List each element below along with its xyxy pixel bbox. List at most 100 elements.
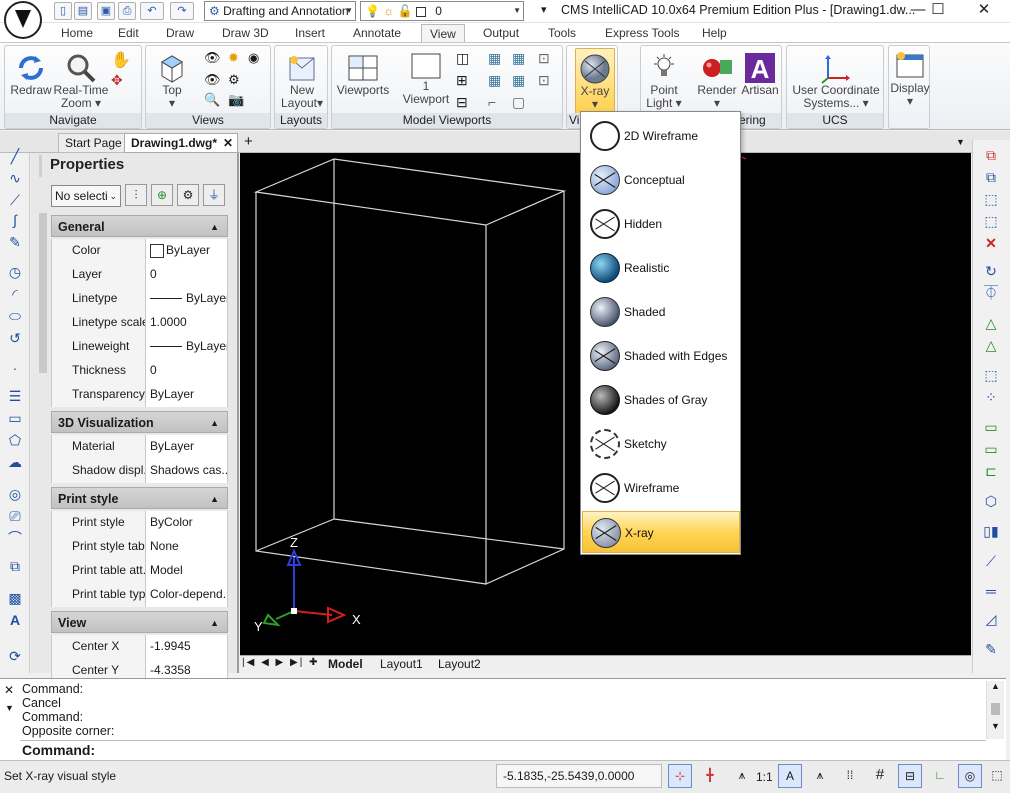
property-value[interactable]: ByLayer	[146, 239, 228, 263]
section-header[interactable]: 3D Visualization ▲	[51, 411, 228, 433]
fillet-tool-icon[interactable]: ⌒	[5, 529, 25, 547]
polygon-tool-icon[interactable]: ⬠	[5, 431, 25, 449]
tab-drawing1[interactable]: Drawing1.dwg* ✕	[124, 133, 238, 153]
section-header[interactable]: General ▲	[51, 215, 228, 237]
ortho-mode-icon[interactable]: ⊟	[898, 764, 922, 788]
property-value[interactable]: ByLayer	[146, 335, 228, 359]
align-tool-icon[interactable]: △	[981, 336, 1001, 354]
point-light-button[interactable]: Point Light ▾	[643, 52, 685, 110]
new-layout-button[interactable]: New Layout▾	[279, 52, 325, 110]
orbit-icon[interactable]: ✥	[111, 72, 123, 89]
add-tab-button[interactable]: +	[244, 133, 253, 150]
redo-icon[interactable]: ↷	[170, 2, 194, 20]
scroll-thumb[interactable]	[991, 703, 1000, 715]
property-value[interactable]: 0	[146, 263, 228, 287]
realtime-zoom-button[interactable]: Real-Time Zoom ▾	[53, 52, 109, 110]
property-value[interactable]: ByLayer	[146, 435, 228, 459]
visual-style-menu-item[interactable]: Wireframe	[582, 467, 740, 509]
rectangle-tool-icon[interactable]: ▭	[5, 409, 25, 427]
customize-status-icon[interactable]: ⬚	[986, 764, 1008, 788]
app-menu-logo-icon[interactable]	[4, 1, 42, 39]
tab-tools[interactable]: Tools	[548, 26, 576, 43]
chamfer-tool-icon[interactable]: ⟋	[981, 552, 1001, 570]
viewport-layout-1-icon[interactable]: ▦	[488, 50, 501, 67]
visual-style-menu-item[interactable]: Shaded with Edges	[582, 335, 740, 377]
collapse-arrow-icon[interactable]: ▲	[210, 612, 219, 634]
pan-hand-icon[interactable]: ✋	[111, 50, 131, 70]
viewport-layout-3-icon[interactable]: ⊡	[538, 50, 550, 67]
viewport-layout-5-icon[interactable]: ▦	[512, 72, 525, 89]
line-tool-icon[interactable]: ╱	[5, 147, 25, 165]
split-horizontal-icon[interactable]: ⊟	[456, 94, 468, 111]
command-scrollbar[interactable]: ▲ ▼	[986, 681, 1004, 739]
camera-icon[interactable]: 📷	[228, 92, 244, 108]
box-3d-tool-icon[interactable]: ⬡	[981, 492, 1001, 510]
fillet-tool-icon[interactable]: ◿	[981, 610, 1001, 628]
point-tool-icon[interactable]: ·	[5, 359, 25, 377]
mirror-3d-tool-icon[interactable]: △	[981, 314, 1001, 332]
polar-tracking-icon[interactable]: ∟	[928, 764, 952, 788]
property-value[interactable]: 1.0000	[146, 311, 228, 335]
multiline-tool-icon[interactable]: ☰	[5, 387, 25, 405]
collapse-arrow-icon[interactable]: ▲	[210, 216, 219, 238]
offset-tool-icon[interactable]: ▭	[981, 418, 1001, 436]
arc-tool-icon[interactable]: ◜	[5, 285, 25, 303]
visual-style-menu-item[interactable]: Hidden	[582, 203, 740, 245]
close-tab-icon[interactable]: ✕	[223, 134, 233, 152]
visual-style-menu-item[interactable]: Conceptual	[582, 159, 740, 201]
new-file-icon[interactable]: ▯	[54, 2, 72, 20]
display-button[interactable]: Display ▾	[890, 50, 930, 108]
scroll-up-icon[interactable]: ▲	[987, 681, 1004, 691]
property-value[interactable]: ByColor	[146, 511, 228, 535]
text-tool-icon[interactable]: A	[5, 611, 25, 629]
stretch-tool-icon[interactable]: ⬚	[981, 190, 1001, 208]
tab-express-tools[interactable]: Express Tools	[605, 26, 679, 43]
copy-tool-icon[interactable]: ⧉	[981, 146, 1001, 164]
delete-tool-icon[interactable]: ✕	[981, 234, 1001, 252]
viewport-layout-2-icon[interactable]: ▦	[512, 50, 525, 67]
tab-view[interactable]: View	[421, 24, 465, 44]
visual-style-menu-item[interactable]: Sketchy	[582, 423, 740, 465]
viewport-layout-6-icon[interactable]: ⊡	[538, 72, 550, 89]
tab-layout1[interactable]: Layout1	[380, 657, 423, 671]
section-header[interactable]: View ▲	[51, 611, 228, 633]
quick-access-menu-icon[interactable]: ▾	[541, 3, 547, 16]
top-view-button[interactable]: Top ▾	[152, 52, 192, 110]
property-row[interactable]: Color ByLayer	[51, 239, 228, 263]
property-row[interactable]: Material ByLayer	[51, 435, 228, 459]
visual-style-menu-item[interactable]: X-ray	[582, 511, 740, 553]
tab-model[interactable]: Model	[328, 657, 363, 671]
property-row[interactable]: Linetype scale 1.0000	[51, 311, 228, 335]
donut-tool-icon[interactable]: ◎	[5, 485, 25, 503]
grid-display-icon[interactable]: #	[868, 764, 892, 788]
view-eye-icon[interactable]: 👁	[204, 50, 221, 66]
tab-help[interactable]: Help	[702, 26, 727, 43]
quick-select-icon[interactable]: ⚙	[177, 184, 199, 206]
property-value[interactable]: Model	[146, 559, 228, 583]
view-camera-eye-icon[interactable]: ◉	[248, 50, 259, 66]
viewport-layout-4-icon[interactable]: ▦	[488, 72, 501, 89]
workspace-select[interactable]: ⚙ Drafting and Annotation ▼	[204, 1, 356, 21]
trim-tool-icon[interactable]: ▭	[981, 440, 1001, 458]
one-viewport-button[interactable]: 1 Viewport	[398, 52, 454, 106]
ray-tool-icon[interactable]: ⟋	[5, 191, 25, 209]
move-tool-icon[interactable]: ⧉	[981, 168, 1001, 186]
collapse-arrow-icon[interactable]: ▲	[210, 412, 219, 434]
hatch-tool-icon[interactable]: ▩	[5, 589, 25, 607]
view-zoom-eye-icon[interactable]: 🔍	[204, 92, 220, 108]
visual-style-menu-item[interactable]: Shaded	[582, 291, 740, 333]
view-sun-icon[interactable]: ✹	[228, 50, 239, 66]
property-row[interactable]: Thickness 0	[51, 359, 228, 383]
spiral-tool-icon[interactable]: ↺	[5, 329, 25, 347]
view-named-icon[interactable]: ⚙	[228, 72, 240, 88]
annotation-visibility-icon[interactable]: A	[778, 764, 802, 788]
tab-draw[interactable]: Draw	[166, 26, 194, 43]
cloud-tool-icon[interactable]: ☁	[5, 453, 25, 471]
undo-icon[interactable]: ↶	[140, 2, 164, 20]
extend-tool-icon[interactable]: ⊏	[981, 462, 1001, 480]
command-input[interactable]: Command:	[20, 740, 986, 759]
polyline-tool-icon[interactable]: ∿	[5, 169, 25, 187]
visual-style-menu-item[interactable]: 2D Wireframe	[582, 115, 740, 157]
property-value[interactable]: Color-depend...	[146, 583, 228, 607]
open-file-icon[interactable]: ▤	[74, 2, 92, 20]
